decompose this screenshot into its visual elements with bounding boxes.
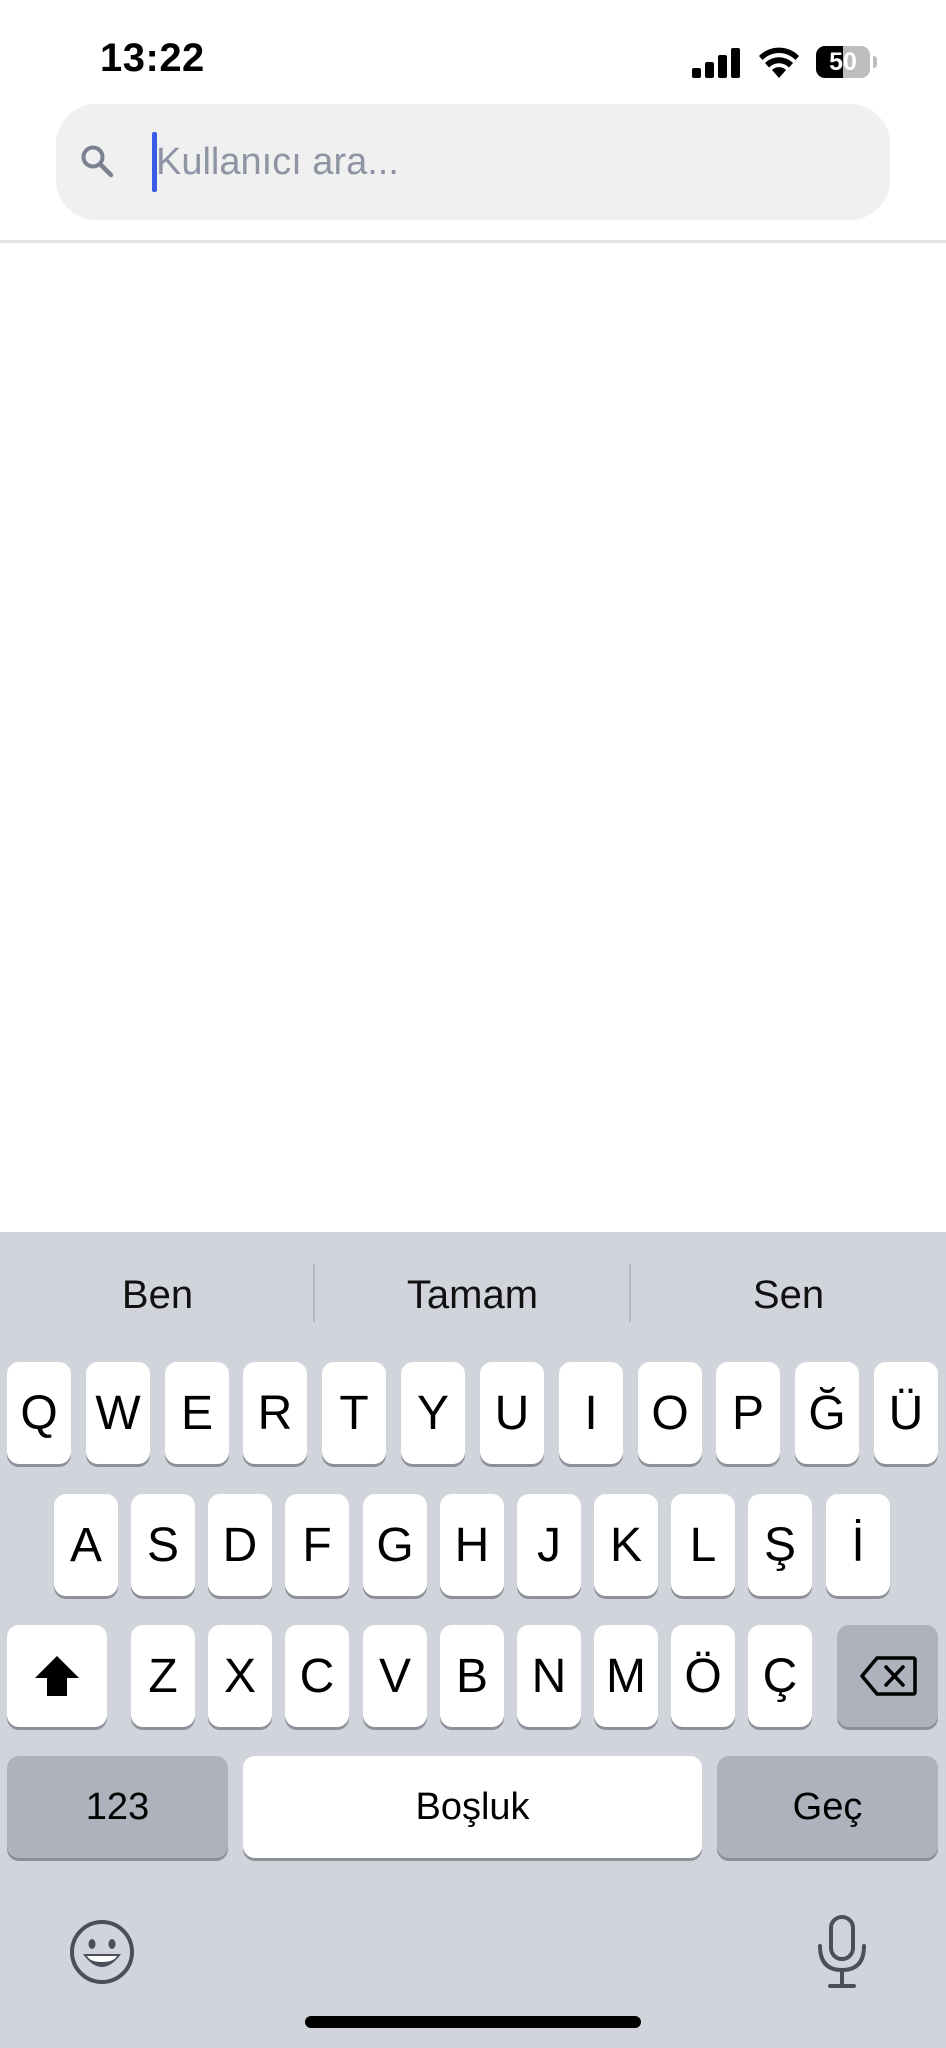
search-icon [81, 145, 114, 178]
shift-key[interactable] [7, 1625, 107, 1727]
key-y[interactable]: Y [401, 1362, 465, 1464]
key-i-dotted[interactable]: İ [826, 1494, 890, 1596]
backspace-icon [859, 1656, 917, 1696]
key-g-breve[interactable]: Ğ [795, 1362, 859, 1464]
status-bar: 13:22 50 [0, 0, 946, 100]
key-e[interactable]: E [165, 1362, 229, 1464]
suggestion-2[interactable]: Tamam [315, 1232, 630, 1358]
key-c-cedilla[interactable]: Ç [748, 1625, 812, 1727]
microphone-icon[interactable] [812, 1914, 872, 1990]
key-r[interactable]: R [243, 1362, 307, 1464]
key-l[interactable]: L [671, 1494, 735, 1596]
key-o-umlaut[interactable]: Ö [671, 1625, 735, 1727]
key-a[interactable]: A [54, 1494, 118, 1596]
key-v[interactable]: V [363, 1625, 427, 1727]
return-key[interactable]: Geç [717, 1756, 938, 1858]
suggestion-bar: Ben Tamam Sen [0, 1232, 946, 1358]
header-divider [0, 240, 946, 243]
key-n[interactable]: N [517, 1625, 581, 1727]
key-o[interactable]: O [638, 1362, 702, 1464]
key-g[interactable]: G [363, 1494, 427, 1596]
key-q[interactable]: Q [7, 1362, 71, 1464]
key-w[interactable]: W [86, 1362, 150, 1464]
key-x[interactable]: X [208, 1625, 272, 1727]
search-input[interactable] [156, 134, 856, 190]
key-i[interactable]: I [559, 1362, 623, 1464]
key-h[interactable]: H [440, 1494, 504, 1596]
key-u[interactable]: U [480, 1362, 544, 1464]
numbers-key[interactable]: 123 [7, 1756, 228, 1858]
status-time: 13:22 [100, 36, 205, 80]
suggestion-1[interactable]: Ben [0, 1232, 315, 1358]
shift-icon [35, 1656, 79, 1696]
home-indicator[interactable] [305, 2016, 641, 2028]
key-m[interactable]: M [594, 1625, 658, 1727]
key-k[interactable]: K [594, 1494, 658, 1596]
wifi-icon [759, 47, 799, 78]
key-b[interactable]: B [440, 1625, 504, 1727]
key-f[interactable]: F [285, 1494, 349, 1596]
battery-level: 50 [829, 48, 857, 76]
battery-icon: 50 [816, 46, 878, 78]
key-s[interactable]: S [131, 1494, 195, 1596]
cellular-signal-icon [692, 48, 740, 78]
space-key[interactable]: Boşluk [243, 1756, 702, 1858]
key-d[interactable]: D [208, 1494, 272, 1596]
keyboard: Ben Tamam Sen Q W E R T Y U I O P Ğ Ü A … [0, 1232, 946, 2048]
suggestion-3[interactable]: Sen [631, 1232, 946, 1358]
key-u-umlaut[interactable]: Ü [874, 1362, 938, 1464]
key-t[interactable]: T [322, 1362, 386, 1464]
key-z[interactable]: Z [131, 1625, 195, 1727]
key-s-cedilla[interactable]: Ş [748, 1494, 812, 1596]
key-j[interactable]: J [517, 1494, 581, 1596]
key-c[interactable]: C [285, 1625, 349, 1727]
emoji-icon[interactable] [68, 1918, 136, 1986]
key-p[interactable]: P [716, 1362, 780, 1464]
backspace-key[interactable] [837, 1625, 938, 1727]
